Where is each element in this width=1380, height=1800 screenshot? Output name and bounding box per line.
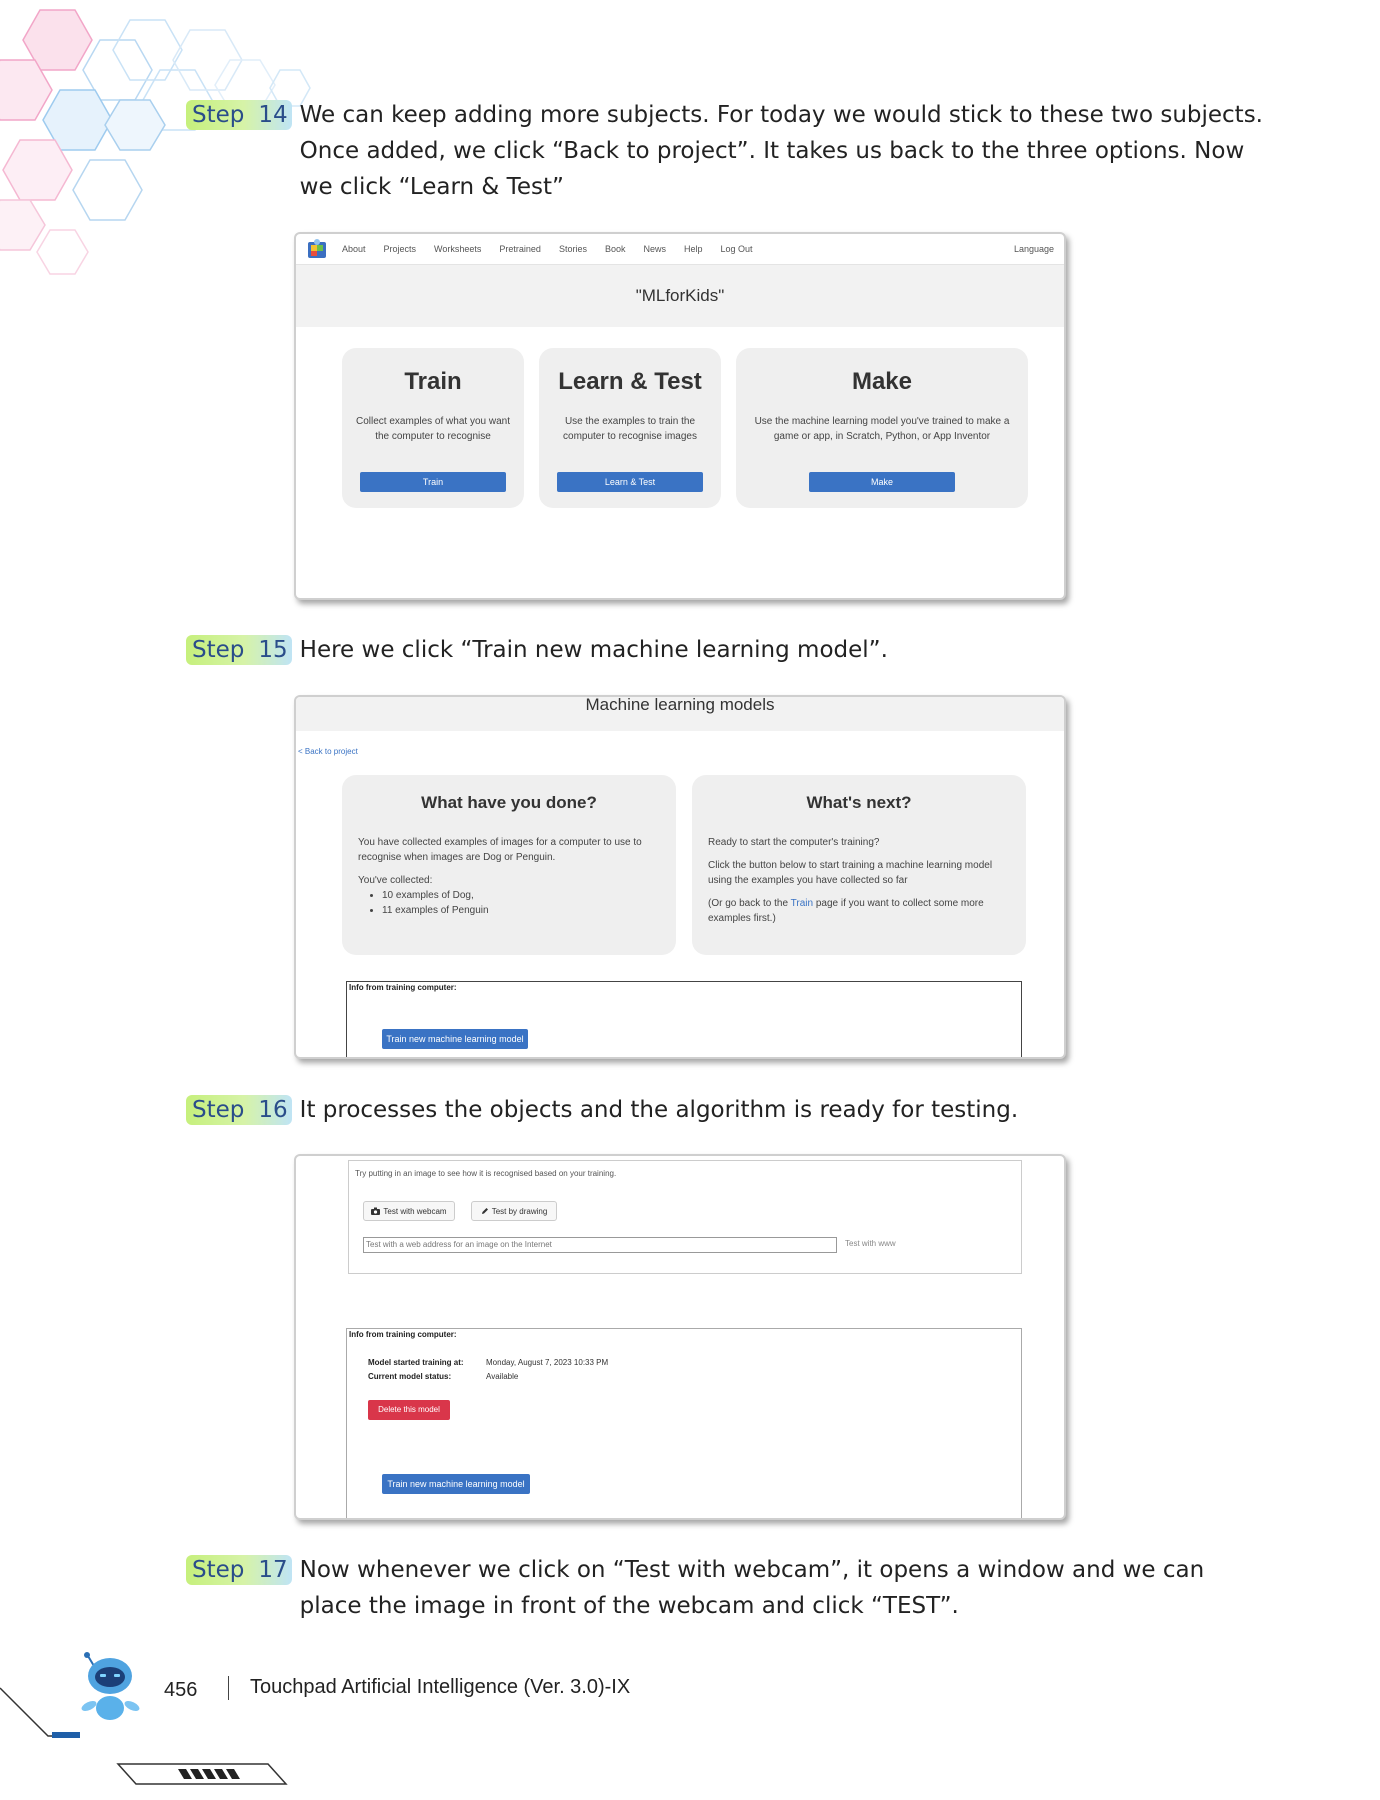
screenshot-ml-models: Machine learning models < Back to projec… <box>294 695 1066 1059</box>
train-card: Train Collect examples of what you want … <box>342 348 524 508</box>
step-text: We can keep adding more subjects. For to… <box>299 102 1263 200</box>
step-17: Step 17 Now whenever we click on “Test wi… <box>186 1555 1266 1624</box>
step-badge: Step 16 <box>186 1095 292 1125</box>
step-badge: Step 14 <box>186 100 292 130</box>
nav-stories[interactable]: Stories <box>559 244 587 254</box>
make-button[interactable]: Make <box>809 472 955 492</box>
done-card-title: What have you done? <box>421 793 597 812</box>
train-new-model-button[interactable]: Train new machine learning model <box>382 1029 528 1049</box>
nav-book[interactable]: Book <box>605 244 626 254</box>
collected-label: You've collected: <box>358 875 433 886</box>
nav-projects[interactable]: Projects <box>384 244 417 254</box>
image-url-input[interactable]: Test with a web address for an image on … <box>363 1237 837 1253</box>
next-card-p1: Ready to start the computer's training? <box>708 837 880 848</box>
test-with-webcam-button[interactable]: Test with webcam <box>363 1201 455 1221</box>
learn-test-button[interactable]: Learn & Test <box>557 472 703 492</box>
step-15: Step 15 Here we click “Train new machine … <box>186 635 1266 668</box>
whats-next-card: What's next? Ready to start the computer… <box>692 775 1026 955</box>
top-nav: About Projects Worksheets Pretrained Sto… <box>296 234 1064 265</box>
next-card-p3: (Or go back to the Train page if you wan… <box>708 898 984 924</box>
train-page-link[interactable]: Train <box>791 898 813 909</box>
language-menu[interactable]: Language <box>1014 244 1054 254</box>
list-item: 10 examples of Dog, <box>382 888 676 903</box>
collected-list: 10 examples of Dog, 11 examples of Pengu… <box>368 888 676 918</box>
mlforkids-logo-icon <box>308 239 326 258</box>
make-card-desc: Use the machine learning model you've tr… <box>754 416 1010 442</box>
screenshot-test-model: Try putting in an image to see how it is… <box>294 1154 1066 1520</box>
camera-icon <box>371 1207 381 1215</box>
learn-test-card-title: Learn & Test <box>558 368 702 395</box>
model-started-label: Model started training at: <box>368 1358 464 1367</box>
next-card-p2: Click the button below to start training… <box>708 860 993 886</box>
nav-news[interactable]: News <box>643 244 666 254</box>
screenshot-mlforkids-project: About Projects Worksheets Pretrained Sto… <box>294 232 1066 600</box>
nav-help[interactable]: Help <box>684 244 703 254</box>
model-status-label: Current model status: <box>368 1372 452 1381</box>
make-card-title: Make <box>851 368 913 395</box>
next-card-title: What's next? <box>806 793 912 812</box>
model-status-value: Available <box>486 1372 519 1381</box>
test-panel: Try putting in an image to see how it is… <box>348 1160 1022 1274</box>
learn-test-card-desc: Use the examples to train the computer t… <box>563 416 697 442</box>
nav-worksheets[interactable]: Worksheets <box>434 244 481 254</box>
step-text: Now whenever we click on “Test with webc… <box>299 1557 1205 1619</box>
train-button[interactable]: Train <box>360 472 506 492</box>
delete-model-button[interactable]: Delete this model <box>368 1400 450 1420</box>
train-new-model-button[interactable]: Train new machine learning model <box>382 1474 530 1494</box>
train-card-desc: Collect examples of what you want the co… <box>356 416 510 442</box>
footer-divider <box>228 1676 229 1700</box>
what-have-you-done-card: What have you done? You have collected e… <box>342 775 676 955</box>
back-to-project-link[interactable]: < Back to project <box>298 747 358 756</box>
training-info-label: Info from training computer: <box>349 983 457 992</box>
nav-logout[interactable]: Log Out <box>721 244 753 254</box>
nav-about[interactable]: About <box>342 244 366 254</box>
book-title: Touchpad Artificial Intelligence (Ver. 3… <box>250 1676 631 1698</box>
page-number: 456 <box>164 1679 198 1701</box>
step-16: Step 16 It processes the objects and the … <box>186 1095 1266 1128</box>
list-item: 11 examples of Penguin <box>382 903 676 918</box>
learn-test-card: Learn & Test Use the examples to train t… <box>539 348 721 508</box>
done-card-desc: You have collected examples of images fo… <box>358 837 642 863</box>
models-page-title: Machine learning models <box>296 697 1064 731</box>
step-badge: Step 17 <box>186 1555 292 1585</box>
step-text: It processes the objects and the algorit… <box>299 1097 1019 1123</box>
project-title: "MLforKids" <box>296 265 1064 327</box>
step-text: Here we click “Train new machine learnin… <box>299 637 888 663</box>
train-card-title: Train <box>404 368 462 395</box>
step-14: Step 14 We can keep adding more subjects.… <box>186 100 1266 205</box>
step-badge: Step 15 <box>186 635 292 665</box>
test-by-drawing-button[interactable]: Test by drawing <box>471 1201 557 1221</box>
model-started-value: Monday, August 7, 2023 10:33 PM <box>486 1358 609 1367</box>
pencil-icon <box>481 1208 488 1214</box>
test-with-www-button[interactable]: Test with www <box>845 1239 896 1248</box>
try-instructions: Try putting in an image to see how it is… <box>355 1169 617 1178</box>
training-info-label: Info from training computer: <box>349 1330 457 1339</box>
nav-pretrained[interactable]: Pretrained <box>499 244 541 254</box>
make-card: Make Use the machine learning model you'… <box>736 348 1028 508</box>
